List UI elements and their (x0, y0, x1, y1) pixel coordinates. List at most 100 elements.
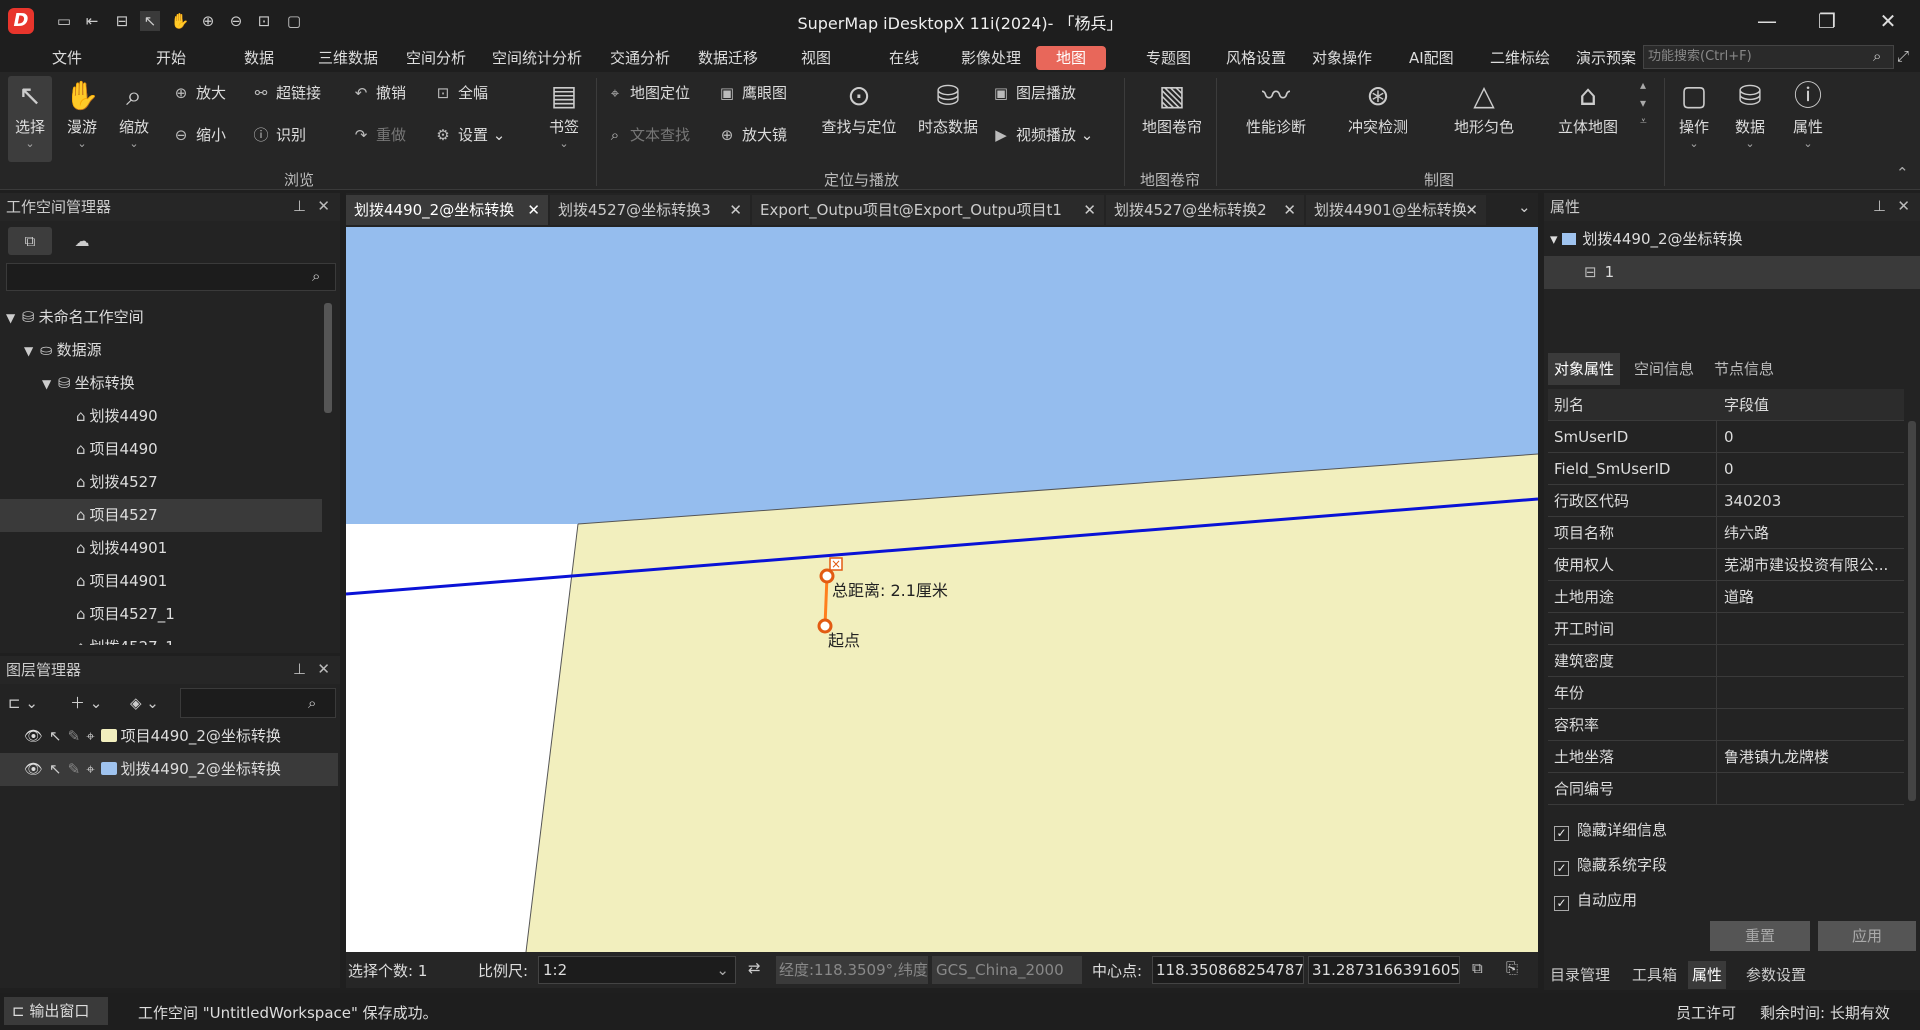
menu-item-1[interactable]: 开始 (150, 46, 192, 70)
copy-icon[interactable]: ⧉ (1472, 959, 1483, 977)
workspace-tree-icon[interactable]: ⧉ (8, 227, 52, 255)
checkbox-icon[interactable]: ✓ (1554, 896, 1569, 911)
tree-item[interactable]: ⌂ 划拨4527_1 (0, 631, 322, 645)
property-row[interactable]: 建筑密度 (1548, 645, 1904, 677)
visible-icon[interactable]: 👁 (24, 727, 43, 745)
close-window-button[interactable]: ✕ (1866, 6, 1910, 36)
field-value[interactable]: 道路 (1724, 581, 1904, 612)
output-window-button[interactable]: ⊏ 输出窗口 (4, 997, 108, 1025)
text-search-button[interactable]: ⌕ 文本查找 (606, 124, 690, 146)
magnifier-button[interactable]: ⊕ 放大镜 (718, 124, 787, 146)
pin-icon[interactable]: ⊥ (293, 197, 306, 215)
tree-item[interactable]: ⌂ 项目44901 (0, 565, 322, 598)
property-tab[interactable]: 节点信息 (1708, 353, 1780, 385)
property-row[interactable]: 合同编号 (1548, 773, 1904, 805)
zoom-out-button[interactable]: ⊖ 缩小 (172, 124, 226, 146)
undo-button[interactable]: ↶ 撤销 (352, 82, 406, 104)
checkbox-icon[interactable]: ✓ (1554, 826, 1569, 841)
function-search-input[interactable]: 功能搜索(Ctrl+F) (1643, 45, 1894, 69)
close-icon[interactable]: ✕ (729, 195, 742, 225)
selectable-icon[interactable]: ↖ (49, 760, 62, 778)
property-row[interactable]: 开工时间 (1548, 613, 1904, 645)
field-value[interactable]: 纬六路 (1724, 517, 1904, 548)
search-icon[interactable]: ⌕ (1873, 47, 1881, 65)
editable-icon[interactable]: ✎ (68, 727, 81, 745)
property-row[interactable]: 项目名称 纬六路 (1548, 517, 1904, 549)
attribute-button[interactable]: ⓘ 属性 ⌄ (1786, 76, 1830, 150)
checkbox-icon[interactable]: ✓ (1554, 861, 1569, 876)
property-row[interactable]: 土地用途 道路 (1548, 581, 1904, 613)
apply-button[interactable]: 应用 (1818, 921, 1916, 951)
field-value[interactable]: 0 (1724, 421, 1904, 452)
scene-icon[interactable]: ☁ (64, 227, 100, 255)
tabs-dropdown-icon[interactable]: ⌄ (1518, 198, 1531, 216)
eagle-eye-button[interactable]: ▣ 鹰眼图 (718, 82, 787, 104)
operation-button[interactable]: ▢ 操作 ⌄ (1672, 76, 1716, 150)
close-icon[interactable]: ✕ (1083, 195, 1096, 225)
menu-item-2[interactable]: 数据 (238, 46, 280, 70)
doc-tab[interactable]: 划拨4527@坐标转换2 ✕ (1106, 195, 1304, 225)
field-value[interactable]: 鲁港镇九龙牌楼 (1724, 741, 1904, 772)
tree-item[interactable]: ⌂ 划拨4490 (0, 400, 322, 433)
property-row[interactable]: 使用权人 芜湖市建设投资有限公... (1548, 549, 1904, 581)
menu-item-5[interactable]: 空间统计分析 (486, 46, 588, 70)
pan-button[interactable]: ✋ 漫游 ⌄ (60, 76, 104, 150)
temporal-data-button[interactable]: ⛁ 时态数据 (912, 76, 984, 137)
snap-icon[interactable]: ⌖ (86, 760, 94, 778)
dock-tab[interactable]: 工具箱 (1628, 961, 1681, 989)
swap-icon[interactable]: ⇄ (748, 959, 761, 977)
layer-play-button[interactable]: ▣ 图层播放 (992, 82, 1076, 104)
menu-item-14[interactable]: 对象操作 (1306, 46, 1378, 70)
layer-item[interactable]: 👁 ↖ ✎ ⌖ 项目4490_2@坐标转换 (0, 720, 338, 753)
dock-tab[interactable]: 目录管理 (1546, 961, 1614, 989)
tree-item[interactable]: ⌂ 项目4527_1 (0, 598, 322, 631)
identify-button[interactable]: ⓘ 识别 (252, 124, 306, 146)
tree-item[interactable]: ▼ ⛁ 坐标转换 (0, 367, 322, 400)
editable-icon[interactable]: ✎ (68, 760, 81, 778)
map-swipe-button[interactable]: ▧ 地图卷帘 (1134, 76, 1210, 137)
dock-tab[interactable]: 属性 (1688, 961, 1727, 989)
expand-arrow-icon[interactable]: ▼ (42, 368, 58, 401)
close-icon[interactable]: ✕ (527, 195, 540, 225)
property-node[interactable]: ▾ 划拨4490_2@坐标转换 (1550, 223, 1743, 256)
performance-button[interactable]: 〰 性能诊断 (1236, 76, 1316, 137)
property-row[interactable]: 年份 (1548, 677, 1904, 709)
pin-icon[interactable]: ⊥ (293, 660, 306, 678)
field-value[interactable]: 340203 (1724, 485, 1904, 516)
paste-icon[interactable]: ⎘ (1506, 959, 1518, 977)
workspace-search-input[interactable] (6, 263, 336, 291)
menu-item-16[interactable]: 二维标绘 (1484, 46, 1556, 70)
expand-arrow-icon[interactable]: ▼ (24, 335, 40, 368)
map-locate-button[interactable]: ⌖ 地图定位 (606, 82, 690, 104)
menu-item-15[interactable]: AI配图 (1403, 46, 1460, 70)
tree-item[interactable]: ▼ ⛀ 数据源 (0, 334, 322, 367)
find-locate-button[interactable]: ⊙ 查找与定位 (816, 76, 902, 137)
menu-item-7[interactable]: 数据迁移 (692, 46, 764, 70)
doc-tab[interactable]: Export_Outpu项目t@Export_Outpu项目t1 ✕ (752, 195, 1104, 225)
menu-item-9[interactable]: 在线 (883, 46, 925, 70)
menu-item-0[interactable]: 文件 (46, 46, 88, 70)
expand-arrow-icon[interactable]: ▼ (6, 302, 22, 335)
property-row[interactable]: Field_SmUserID 0 (1548, 453, 1904, 485)
select-button[interactable]: ↖ 选择 ⌄ (8, 76, 52, 162)
snap-icon[interactable]: ⌖ (86, 727, 94, 745)
property-row[interactable]: 容积率 (1548, 709, 1904, 741)
zoom-button[interactable]: ⌕ 缩放 ⌄ (112, 76, 156, 150)
crs-field[interactable]: GCS_China_2000 (932, 956, 1082, 984)
menu-item-8[interactable]: 视图 (795, 46, 837, 70)
selectable-icon[interactable]: ↖ (49, 727, 62, 745)
tree-item[interactable]: ⌂ 项目4490 (0, 433, 322, 466)
tree-item[interactable]: ⌂ 划拨4527 (0, 466, 322, 499)
map-canvas[interactable]: × 总距离: 2.1厘米 起点 (346, 227, 1538, 952)
close-icon[interactable]: ✕ (317, 660, 330, 678)
menu-item-10[interactable]: 影像处理 (955, 46, 1027, 70)
full-extent-button[interactable]: ⊡ 全幅 (434, 82, 488, 104)
option-checkbox[interactable]: ✓ 隐藏详细信息 (1554, 813, 1667, 848)
expand-icon[interactable]: ⤢ (1897, 47, 1909, 65)
center-x-input[interactable]: 118.3508682547872 (1152, 956, 1304, 984)
layer-item[interactable]: 👁 ↖ ✎ ⌖ 划拨4490_2@坐标转换 (0, 753, 338, 786)
visible-icon[interactable]: 👁 (24, 760, 43, 778)
doc-tab[interactable]: 划拨4490_2@坐标转换 ✕ (346, 195, 548, 225)
ribbon-scroll-icon[interactable]: ▴ ▾ ⩡ (1640, 76, 1647, 130)
reset-button[interactable]: 重置 (1710, 921, 1810, 951)
